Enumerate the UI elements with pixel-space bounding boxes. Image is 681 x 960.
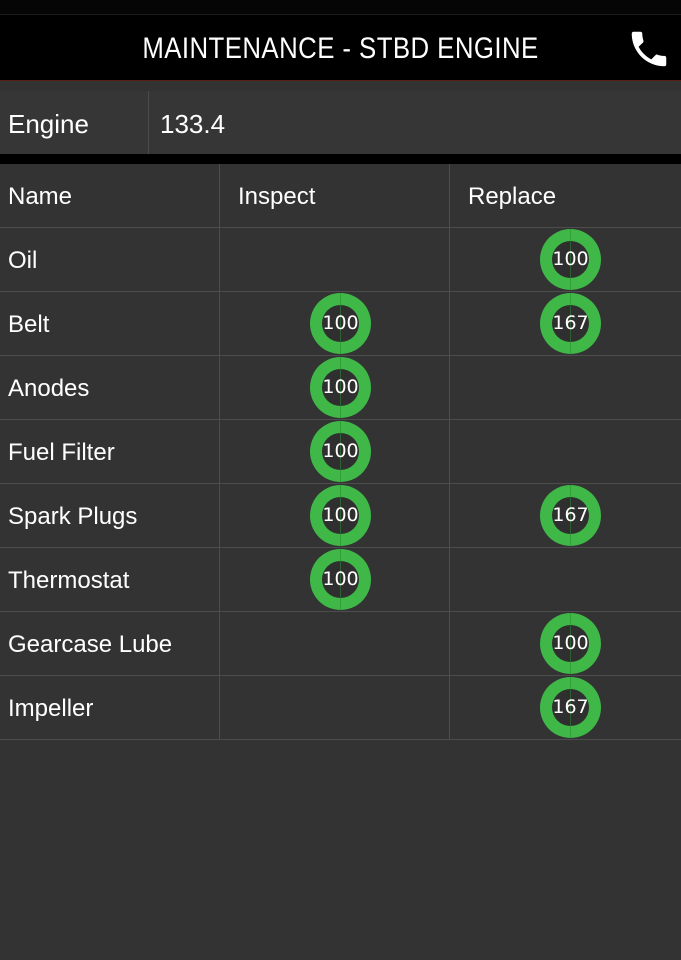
item-name-cell: Oil	[0, 228, 220, 291]
table-row[interactable]: Anodes 100	[0, 356, 681, 420]
column-header-inspect: Inspect	[220, 164, 450, 227]
inspect-cell	[220, 228, 450, 291]
replace-percent: 100	[552, 632, 589, 654]
item-name-cell: Gearcase Lube	[0, 612, 220, 675]
inspect-percent: 100	[322, 376, 359, 398]
replace-status-ring[interactable]: 167	[540, 293, 601, 354]
phone-icon	[631, 31, 667, 67]
inspect-percent: 100	[322, 568, 359, 590]
inspect-status-ring[interactable]: 100	[310, 357, 371, 418]
column-header-name: Name	[0, 164, 220, 227]
engine-hours-label: Engine Hours	[0, 91, 149, 205]
engine-hours-value: 133.4	[160, 109, 226, 139]
app-header: MAINTENANCE - STBD ENGINE	[0, 14, 681, 81]
item-name: Fuel Filter	[8, 439, 115, 466]
replace-cell: 167	[450, 292, 681, 355]
replace-percent: 167	[552, 696, 589, 718]
item-name-cell: Fuel Filter	[0, 420, 220, 483]
status-strip	[0, 0, 681, 14]
inspect-status-ring[interactable]: 100	[310, 485, 371, 546]
inspect-cell: 100	[220, 548, 450, 611]
item-name-cell: Spark Plugs	[0, 484, 220, 547]
table-row[interactable]: Belt 100 167	[0, 292, 681, 356]
inspect-status-ring[interactable]: 100	[310, 293, 371, 354]
table-row[interactable]: Oil 100	[0, 228, 681, 292]
item-name-cell: Anodes	[0, 356, 220, 419]
item-name: Spark Plugs	[8, 503, 138, 530]
inspect-status-ring[interactable]: 100	[310, 421, 371, 482]
item-name: Thermostat	[8, 567, 130, 594]
inspect-cell: 100	[220, 420, 450, 483]
replace-status-ring[interactable]: 167	[540, 677, 601, 738]
replace-cell: 100	[450, 612, 681, 675]
inspect-cell	[220, 612, 450, 675]
table-row[interactable]: Gearcase Lube 100	[0, 612, 681, 676]
phone-call-button[interactable]	[626, 26, 672, 72]
inspect-percent: 100	[322, 440, 359, 462]
replace-cell: 167	[450, 484, 681, 547]
inspect-cell: 100	[220, 292, 450, 355]
item-name: Oil	[8, 247, 38, 274]
table-header-row: Name Inspect Replace	[0, 164, 681, 228]
item-name: Belt	[8, 311, 50, 338]
inspect-status-ring[interactable]: 100	[310, 549, 371, 610]
replace-status-ring[interactable]: 167	[540, 485, 601, 546]
item-name-cell: Belt	[0, 292, 220, 355]
table-row[interactable]: Impeller 167	[0, 676, 681, 740]
inspect-percent: 100	[322, 312, 359, 334]
item-name: Gearcase Lube	[8, 631, 173, 658]
replace-percent: 167	[552, 504, 589, 526]
maintenance-table: Name Inspect Replace Oil 100 Belt 100 167 Ano…	[0, 164, 681, 740]
replace-status-ring[interactable]: 100	[540, 613, 601, 674]
inspect-cell: 100	[220, 484, 450, 547]
replace-cell	[450, 420, 681, 483]
table-row[interactable]: Fuel Filter 100	[0, 420, 681, 484]
item-name: Anodes	[8, 375, 90, 402]
item-name-cell: Thermostat	[0, 548, 220, 611]
column-header-replace: Replace	[468, 183, 557, 210]
table-row[interactable]: Spark Plugs 100 167	[0, 484, 681, 548]
replace-cell: 100	[450, 228, 681, 291]
replace-status-ring[interactable]: 100	[540, 229, 601, 290]
replace-cell	[450, 548, 681, 611]
divider	[0, 154, 681, 164]
replace-cell: 167	[450, 676, 681, 739]
replace-percent: 100	[552, 248, 589, 270]
inspect-percent: 100	[322, 504, 359, 526]
table-row[interactable]: Thermostat 100	[0, 548, 681, 612]
inspect-cell	[220, 676, 450, 739]
replace-cell	[450, 356, 681, 419]
item-name-cell: Impeller	[0, 676, 220, 739]
item-name: Impeller	[8, 695, 94, 722]
inspect-cell: 100	[220, 356, 450, 419]
replace-percent: 167	[552, 312, 589, 334]
page-title: MAINTENANCE - STBD ENGINE	[142, 32, 539, 65]
engine-hours-row: Engine Hours 133.4	[0, 91, 681, 205]
